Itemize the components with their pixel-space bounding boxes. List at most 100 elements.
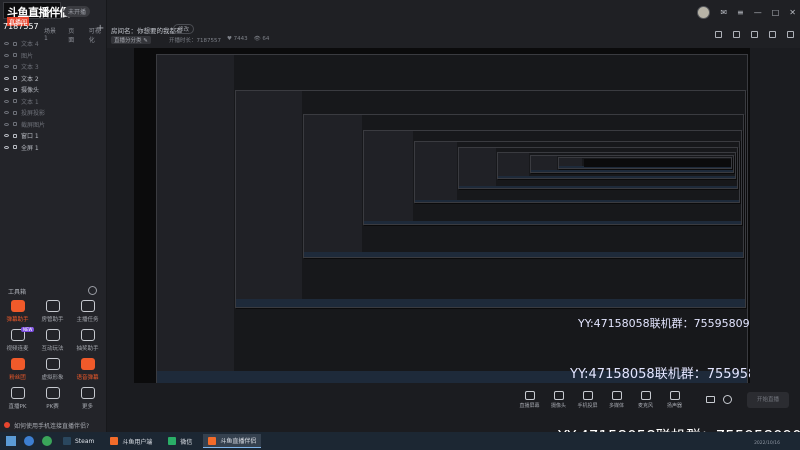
source-controls: 直播屏幕 摄像头 手机投屏 多媒体 麦克风 扬声器 [520, 391, 684, 409]
gift-icon[interactable] [751, 31, 758, 38]
eye-icon[interactable] [4, 99, 9, 103]
lock-icon[interactable] [13, 145, 17, 150]
lock-icon[interactable] [13, 76, 17, 81]
tool-label: 语音弹幕 [76, 375, 99, 381]
source-label: 摄像头 [21, 87, 40, 95]
avatar[interactable] [697, 6, 711, 19]
share-icon[interactable] [715, 31, 722, 38]
help-icon[interactable] [88, 286, 97, 295]
source-item[interactable]: 文本 2 [4, 73, 102, 85]
tool-item[interactable]: 虚拟形象 [35, 358, 70, 381]
source-label: 文本 1 [21, 98, 39, 106]
expand-icon[interactable] [787, 31, 794, 38]
eye-icon[interactable] [4, 76, 9, 80]
tool-item[interactable]: 视频连麦 NEW [0, 327, 35, 352]
eye-icon[interactable] [4, 134, 9, 138]
eye-icon[interactable] [4, 88, 9, 92]
control-label: 扬声器 [666, 403, 682, 409]
windows-start-icon[interactable] [6, 436, 16, 446]
source-label: 窗口 1 [21, 133, 39, 141]
room-stats: 开播时长：7187557 ♥ 7443 👁 64 [169, 36, 269, 44]
lock-icon[interactable] [13, 122, 17, 127]
lock-icon[interactable] [13, 41, 17, 46]
eye-icon[interactable] [4, 65, 9, 69]
source-label: 全屏 1 [21, 144, 39, 152]
taskbar-app[interactable]: 斗鱼直播伴侣 [203, 434, 262, 448]
maximize-icon[interactable]: □ [772, 8, 780, 17]
eye-icon[interactable] [4, 53, 9, 57]
clock: 2022/10/16 [754, 441, 780, 446]
tool-item[interactable]: PK赛 [35, 387, 70, 410]
lock-icon[interactable] [733, 31, 740, 38]
tool-item[interactable]: 语音弹幕 [70, 358, 105, 381]
eye-icon[interactable] [4, 111, 9, 115]
source-item[interactable]: 截屏图片 [4, 119, 102, 131]
source-item[interactable]: 投屏投影 [4, 107, 102, 119]
start-live-button[interactable]: 开始直播 [747, 392, 789, 408]
speaker-icon [669, 391, 680, 400]
lock-icon[interactable] [13, 53, 17, 58]
lock-icon[interactable] [13, 99, 17, 104]
media-icon [611, 391, 622, 400]
taskbar-app[interactable]: Steam [58, 434, 99, 448]
eye-icon[interactable] [4, 122, 9, 126]
info-icon [4, 422, 10, 428]
tool-item[interactable]: 弹幕助手 [0, 300, 35, 323]
control-media[interactable]: 多媒体 [607, 391, 626, 409]
app-shortcut-icon[interactable] [42, 436, 52, 446]
watermark-preview: YY:47158058联机群：755958090 [570, 367, 750, 382]
settings-icon[interactable] [723, 395, 732, 404]
control-speaker[interactable]: 扬声器 [665, 391, 684, 409]
source-item[interactable]: 摄像头 [4, 84, 102, 96]
tool-item[interactable]: 更多 [70, 387, 105, 410]
tool-label: 房管助手 [41, 317, 64, 323]
tool-item[interactable]: 直播PK [0, 387, 35, 410]
source-item[interactable]: 图片 [4, 50, 102, 62]
lock-icon[interactable] [13, 110, 17, 115]
close-icon[interactable]: ✕ [789, 8, 796, 17]
app-icon [63, 437, 71, 445]
notice-bar[interactable]: 如何使用手机连接直播伴侣? [0, 418, 540, 432]
edit-title-button[interactable]: 修改 [173, 24, 195, 34]
menu-icon[interactable]: ≡ [737, 8, 744, 17]
category-button[interactable]: 直播分分类 ✎ [111, 36, 151, 44]
taskbar-app[interactable]: 微信 [163, 434, 197, 448]
source-item[interactable]: 全屏 1 [4, 142, 102, 154]
source-item[interactable]: 文本 4 [4, 38, 102, 50]
lock-icon[interactable] [13, 87, 17, 92]
eye-icon[interactable] [4, 42, 9, 46]
nested-capture [558, 156, 732, 169]
tool-icon [45, 329, 60, 341]
tool-label: 弹幕助手 [6, 317, 29, 323]
plus-icon[interactable]: + [96, 23, 104, 34]
tool-item[interactable]: 抽奖助手 [70, 329, 105, 352]
tool-item[interactable]: 主播任务 [70, 300, 105, 323]
control-camera[interactable]: 摄像头 [549, 391, 568, 409]
source-item[interactable]: 窗口 1 [4, 130, 102, 142]
tool-label: 抽奖助手 [76, 346, 99, 352]
tool-item[interactable]: 互动玩法 [35, 329, 70, 352]
control-phone[interactable]: 手机投屏 [578, 391, 598, 409]
source-item[interactable]: 文本 3 [4, 61, 102, 73]
source-label: 文本 2 [21, 75, 39, 83]
taskbar-app[interactable]: 斗鱼用户端 [105, 434, 157, 448]
minimize-icon[interactable]: — [754, 8, 762, 17]
lock-icon[interactable] [13, 64, 17, 69]
video-icon[interactable] [706, 396, 715, 403]
live-preview[interactable]: YY:47158058联机群：755958090 YY:47158058联机群：… [134, 48, 750, 383]
tool-icon [45, 358, 60, 370]
status-pill[interactable]: 未开播 [64, 6, 91, 17]
toolbox-title: 工具箱 [8, 289, 27, 296]
lock-icon[interactable] [13, 133, 17, 138]
control-mic[interactable]: 麦克风 [636, 391, 655, 409]
search-icon[interactable] [24, 436, 34, 446]
control-screen[interactable]: 直播屏幕 [520, 391, 540, 409]
toolbox-grid: 弹幕助手 房管助手 主播任务视频连麦 NEW 互动玩法 抽奖助手粉丝团 虚拟形象 语音弹幕直播… [0, 300, 107, 410]
tool-item[interactable]: 粉丝团 [0, 358, 35, 381]
eye-icon[interactable] [4, 145, 9, 149]
delete-icon[interactable] [769, 31, 776, 38]
tool-item[interactable]: 房管助手 [35, 300, 70, 323]
new-badge: NEW [21, 327, 35, 332]
source-item[interactable]: 文本 1 [4, 96, 102, 108]
mail-icon[interactable]: ✉ [720, 8, 727, 17]
